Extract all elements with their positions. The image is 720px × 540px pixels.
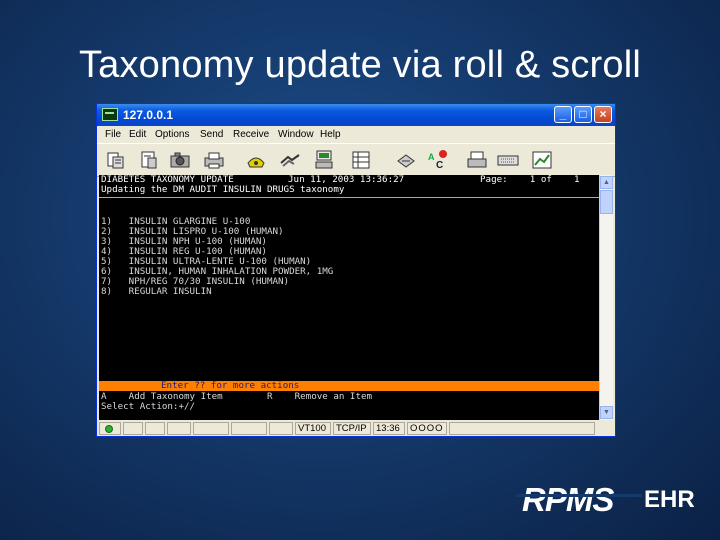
status-emulation: VT100 [295,422,331,435]
open-session-icon[interactable] [138,149,160,171]
rpms-ehr-logo: RPMS EHR [516,476,706,526]
status-lights: OOOO [407,422,447,435]
status-cell [193,422,229,435]
menu-edit[interactable]: Edit [129,129,146,140]
terminal-header-page: Page: 1 of 1 [480,175,580,185]
window-title: 127.0.0.1 [123,108,174,122]
spellcheck-icon[interactable]: AC [427,149,449,171]
menu-options[interactable]: Options [155,129,189,140]
status-cell [231,422,267,435]
window-titlebar[interactable]: 127.0.0.1 _ □ × [97,104,615,126]
status-cell [167,422,191,435]
print-icon[interactable] [203,149,225,171]
slide-title: Taxonomy update via roll & scroll [78,44,642,86]
minimize-button[interactable]: _ [554,106,572,123]
scroll-thumb[interactable] [600,190,613,214]
new-session-icon[interactable] [105,149,127,171]
phone-icon[interactable] [245,149,267,171]
logo-ehr-text: EHR [644,486,695,513]
camera-icon[interactable] [169,149,191,171]
terminal-screen[interactable]: DIABETES TAXONOMY UPDATE Jun 11, 2003 13… [99,175,599,420]
menu-window[interactable]: Window [278,129,314,140]
select-action-prompt[interactable]: Select Action:+// [101,401,195,412]
logo-stripe [516,494,642,497]
close-button[interactable]: × [594,106,612,123]
keyboard-icon[interactable] [497,149,519,171]
status-cell [269,422,293,435]
transfer-icon[interactable] [313,149,335,171]
scroll-up-button[interactable]: ▲ [600,176,613,189]
status-bar: VT100 TCP/IP 13:36 OOOO [97,421,615,437]
menu-send[interactable]: Send [200,129,223,140]
status-protocol: TCP/IP [333,422,371,435]
status-led-cell [99,422,121,435]
chart-icon[interactable] [531,149,553,171]
prompt-bar-text: Enter ?? for more actions [161,380,300,391]
printer-icon[interactable] [466,149,488,171]
connection-led-icon [105,425,113,433]
menu-receive[interactable]: Receive [233,129,269,140]
toolbar: AC [97,143,615,177]
svg-text:C: C [436,160,443,171]
status-time: 13:36 [373,422,405,435]
svg-text:A: A [428,152,435,162]
vertical-scrollbar[interactable]: ▲ ▼ [599,175,613,420]
scroll-down-button[interactable]: ▼ [600,406,613,419]
status-cell [145,422,165,435]
list-item: 8) REGULAR INSULIN [101,286,212,297]
header-separator [99,197,599,198]
terminal-app-icon [102,108,118,121]
maximize-button[interactable]: □ [574,106,592,123]
status-cell [449,422,595,435]
grid-icon[interactable] [350,149,372,171]
status-cell [123,422,143,435]
menu-file[interactable]: File [105,129,121,140]
handshake-icon[interactable] [279,149,301,171]
menu-help[interactable]: Help [320,129,341,140]
terminal-window: 127.0.0.1 _ □ × File Edit Options Send R… [96,103,616,437]
menu-bar: File Edit Options Send Receive Window He… [97,126,615,143]
logo-rpms-text: RPMS [522,481,614,518]
keypad-icon[interactable] [395,149,417,171]
terminal-subheader: Updating the DM AUDIT INSULIN DRUGS taxo… [101,184,345,195]
